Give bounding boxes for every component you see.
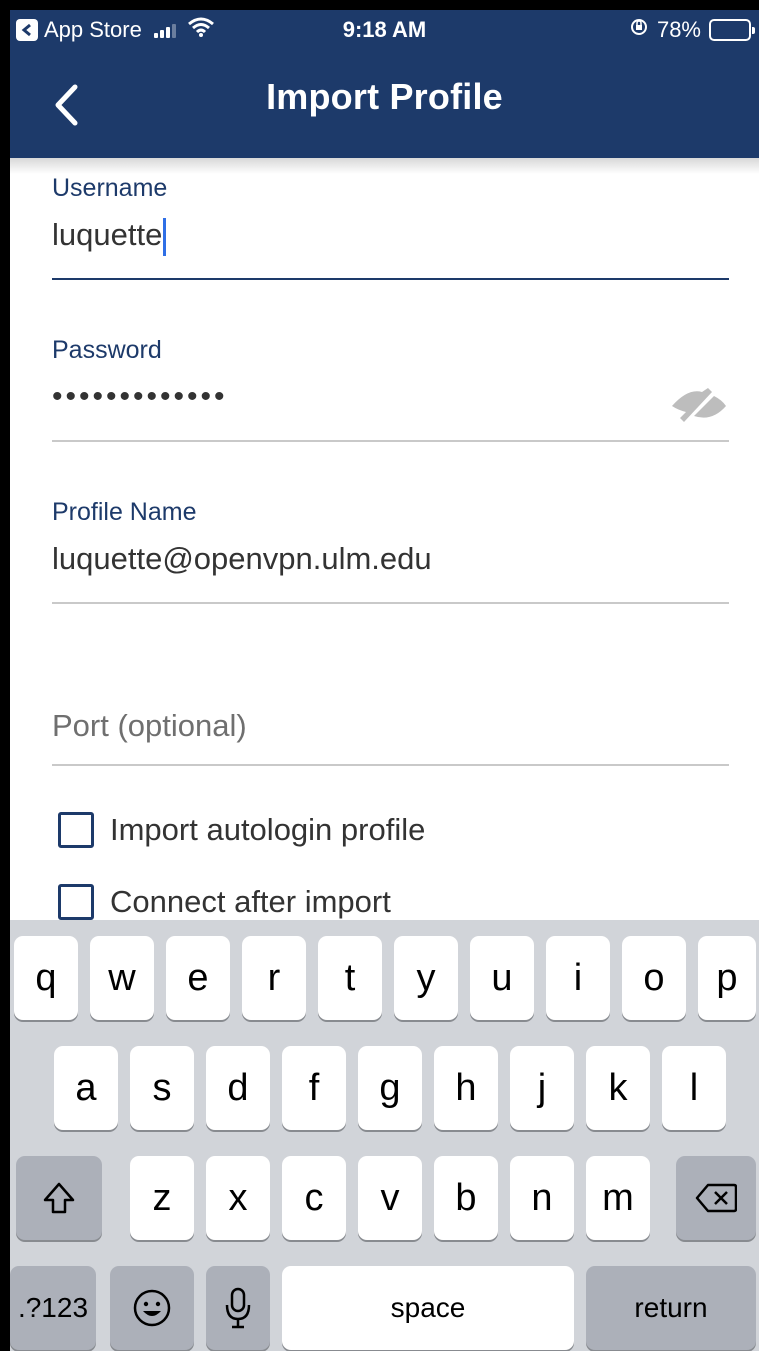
key-m[interactable]: m bbox=[586, 1156, 650, 1240]
key-b[interactable]: b bbox=[434, 1156, 498, 1240]
connect-after-import-checkbox-row[interactable]: Connect after import bbox=[58, 884, 391, 920]
screen: App Store 9:18 AM 78% Import Profile Use… bbox=[10, 10, 759, 1351]
key-k[interactable]: k bbox=[586, 1046, 650, 1130]
port-input[interactable]: Port (optional) bbox=[52, 706, 729, 746]
key-q[interactable]: q bbox=[14, 936, 78, 1020]
text-caret bbox=[163, 217, 167, 256]
emoji-key[interactable] bbox=[110, 1266, 194, 1350]
return-key[interactable]: return bbox=[586, 1266, 756, 1350]
connect-after-import-label[interactable]: Connect after import bbox=[110, 884, 391, 920]
key-l[interactable]: l bbox=[662, 1046, 726, 1130]
key-d[interactable]: d bbox=[206, 1046, 270, 1130]
port-field[interactable]: Port (optional) bbox=[52, 706, 729, 766]
profile-name-label: Profile Name bbox=[52, 498, 197, 526]
username-input[interactable]: luquette bbox=[52, 215, 729, 256]
password-input[interactable]: ••••••••••••• bbox=[52, 377, 729, 417]
username-label: Username bbox=[52, 174, 168, 202]
password-field[interactable]: Password ••••••••••••• bbox=[52, 336, 729, 442]
key-u[interactable]: u bbox=[470, 936, 534, 1020]
numbers-key[interactable]: .?123 bbox=[10, 1266, 96, 1350]
key-a[interactable]: a bbox=[54, 1046, 118, 1130]
key-n[interactable]: n bbox=[510, 1156, 574, 1240]
key-v[interactable]: v bbox=[358, 1156, 422, 1240]
dictation-key[interactable] bbox=[206, 1266, 270, 1350]
on-screen-keyboard: q w e r t y u i o p a s d f g h j k l z … bbox=[10, 920, 759, 1351]
key-i[interactable]: i bbox=[546, 936, 610, 1020]
key-c[interactable]: c bbox=[282, 1156, 346, 1240]
key-x[interactable]: x bbox=[206, 1156, 270, 1240]
key-h[interactable]: h bbox=[434, 1046, 498, 1130]
battery-icon bbox=[709, 19, 755, 41]
key-t[interactable]: t bbox=[318, 936, 382, 1020]
toggle-password-visibility[interactable] bbox=[667, 382, 729, 426]
nav-bar: Import Profile bbox=[10, 52, 759, 158]
profile-name-field[interactable]: Profile Name luquette@openvpn.ulm.edu bbox=[52, 498, 729, 604]
key-j[interactable]: j bbox=[510, 1046, 574, 1130]
delete-key[interactable] bbox=[676, 1156, 756, 1240]
microphone-icon bbox=[225, 1287, 251, 1329]
key-s[interactable]: s bbox=[130, 1046, 194, 1130]
key-o[interactable]: o bbox=[622, 936, 686, 1020]
shift-icon bbox=[43, 1182, 75, 1214]
emoji-icon bbox=[133, 1289, 171, 1327]
import-autologin-checkbox-row[interactable]: Import autologin profile bbox=[58, 812, 425, 848]
key-e[interactable]: e bbox=[166, 936, 230, 1020]
key-g[interactable]: g bbox=[358, 1046, 422, 1130]
header: App Store 9:18 AM 78% Import Profile bbox=[10, 10, 759, 158]
key-f[interactable]: f bbox=[282, 1046, 346, 1130]
header-shadow bbox=[10, 158, 759, 174]
password-label: Password bbox=[52, 336, 162, 364]
backspace-icon bbox=[695, 1183, 737, 1213]
page-title: Import Profile bbox=[266, 76, 503, 117]
profile-name-input[interactable]: luquette@openvpn.ulm.edu bbox=[52, 539, 729, 579]
key-y[interactable]: y bbox=[394, 936, 458, 1020]
status-bar: App Store 9:18 AM 78% bbox=[10, 10, 759, 52]
shift-key[interactable] bbox=[16, 1156, 102, 1240]
key-z[interactable]: z bbox=[130, 1156, 194, 1240]
space-key[interactable]: space bbox=[282, 1266, 574, 1350]
status-right: 78% bbox=[629, 17, 755, 43]
eye-slash-icon bbox=[672, 388, 726, 422]
orientation-lock-icon bbox=[629, 17, 649, 43]
key-p[interactable]: p bbox=[698, 936, 756, 1020]
username-field[interactable]: Username luquette bbox=[52, 174, 729, 280]
username-value: luquette bbox=[52, 217, 163, 252]
battery-percent: 78% bbox=[656, 17, 701, 42]
import-autologin-label[interactable]: Import autologin profile bbox=[110, 812, 425, 848]
import-autologin-checkbox[interactable] bbox=[58, 812, 94, 848]
key-r[interactable]: r bbox=[242, 936, 306, 1020]
key-w[interactable]: w bbox=[90, 936, 154, 1020]
connect-after-import-checkbox[interactable] bbox=[58, 884, 94, 920]
device-frame: App Store 9:18 AM 78% Import Profile Use… bbox=[0, 0, 759, 1351]
